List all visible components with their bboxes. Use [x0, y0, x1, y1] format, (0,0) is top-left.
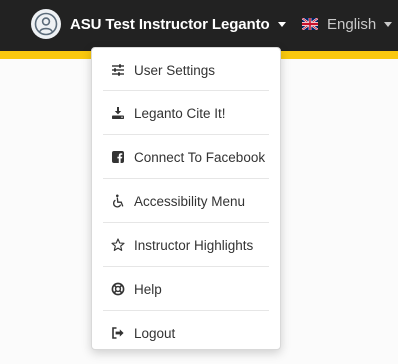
- language-selector[interactable]: English: [302, 13, 393, 35]
- menu-item-label: Leganto Cite It!: [134, 105, 226, 121]
- user-dropdown-menu: User Settings Leganto Cite It! Connect T…: [91, 47, 281, 350]
- facebook-icon: [111, 150, 125, 164]
- chevron-down-icon: [277, 21, 286, 27]
- sliders-icon: [111, 63, 125, 77]
- menu-item-instructor-highlights[interactable]: Instructor Highlights: [103, 223, 269, 267]
- lifebuoy-icon: [111, 282, 125, 296]
- menu-item-accessibility[interactable]: Accessibility Menu: [103, 179, 269, 223]
- language-label: English: [327, 15, 377, 33]
- user-name: ASU Test Instructor Leganto: [70, 15, 270, 33]
- menu-item-label: Logout: [134, 325, 176, 341]
- star-icon: [111, 238, 125, 252]
- menu-item-cite-it[interactable]: Leganto Cite It!: [103, 91, 269, 135]
- menu-item-label: Help: [134, 281, 162, 297]
- chevron-down-icon: [384, 21, 393, 27]
- menu-item-label: Accessibility Menu: [134, 193, 246, 209]
- menu-item-label: User Settings: [134, 62, 216, 78]
- wheelchair-icon: [111, 194, 125, 208]
- download-icon: [111, 106, 125, 120]
- logout-icon: [111, 326, 125, 340]
- menu-item-help[interactable]: Help: [103, 267, 269, 311]
- menu-item-logout[interactable]: Logout: [103, 311, 269, 355]
- menu-item-label: Connect To Facebook: [134, 149, 266, 165]
- uk-flag-icon: [302, 18, 318, 30]
- user-menu-toggle[interactable]: ASU Test Instructor Leganto: [31, 9, 286, 39]
- menu-item-user-settings[interactable]: User Settings: [103, 48, 269, 92]
- menu-item-connect-facebook[interactable]: Connect To Facebook: [103, 135, 269, 179]
- avatar-icon: [31, 9, 61, 39]
- menu-item-label: Instructor Highlights: [134, 237, 254, 253]
